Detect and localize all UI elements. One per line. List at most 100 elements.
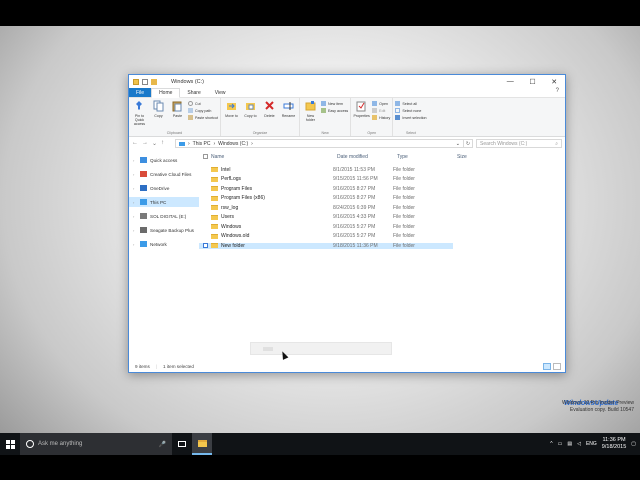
column-type[interactable]: Type — [393, 154, 453, 160]
file-row[interactable]: New folder 9/18/2015 11:36 PM File folder — [199, 241, 565, 251]
tab-view[interactable]: View — [208, 88, 233, 97]
expand-chevron-icon[interactable]: › — [133, 200, 137, 205]
copy-button[interactable]: Copy — [150, 100, 167, 130]
select-none-icon — [395, 108, 401, 113]
properties-button[interactable]: Properties — [353, 100, 370, 130]
search-input[interactable]: Search Windows (C:) ⌕ — [476, 139, 562, 148]
nav-item[interactable]: › Quick access — [129, 155, 199, 165]
battery-icon[interactable]: ▭ — [558, 441, 563, 447]
pin-to-quick-access-button[interactable]: Pin to Quick access — [131, 100, 148, 130]
tab-share[interactable]: Share — [180, 88, 207, 97]
expand-chevron-icon[interactable]: › — [133, 186, 137, 191]
rename-icon — [283, 100, 294, 112]
breadcrumb-windows-c[interactable]: Windows (C:) — [218, 141, 248, 147]
forward-arrow-icon[interactable]: → — [142, 140, 148, 147]
select-all-button[interactable]: Select all — [395, 101, 426, 106]
breadcrumb-this-pc[interactable]: This PC — [193, 141, 211, 147]
address-bar[interactable]: › This PC › Windows (C:) › ⌄ — [175, 139, 464, 148]
clock[interactable]: 11:36 PM 9/18/2015 — [602, 437, 626, 451]
file-row[interactable]: PerfLogs 9/15/2015 11:56 PM File folder — [199, 175, 565, 185]
back-arrow-icon[interactable]: ← — [132, 140, 138, 147]
easy-access-button[interactable]: Easy access — [320, 108, 348, 113]
file-date: 9/16/2015 8:27 PM — [333, 195, 376, 202]
nav-item[interactable]: › OneDrive — [129, 183, 199, 193]
nav-item[interactable]: › This PC — [129, 197, 199, 207]
tab-file[interactable]: File — [129, 88, 152, 97]
action-center-icon[interactable]: ▢ — [631, 441, 636, 447]
up-arrow-icon[interactable]: ↑ — [161, 140, 164, 147]
select-none-button[interactable]: Select none — [395, 108, 426, 113]
column-date-modified[interactable]: Date modified — [333, 154, 393, 160]
language-indicator[interactable]: ENG — [586, 441, 597, 447]
file-date: 9/16/2015 5:27 PM — [333, 233, 376, 240]
column-size[interactable]: Size — [453, 154, 493, 160]
pin-icon — [134, 100, 145, 112]
taskbar-file-explorer[interactable] — [192, 433, 212, 455]
select-all-checkbox[interactable] — [199, 153, 208, 161]
invert-selection-label: Invert selection — [402, 115, 427, 120]
expand-chevron-icon[interactable]: › — [133, 228, 137, 233]
refresh-icon[interactable]: ↻ — [464, 139, 473, 148]
cut-button[interactable]: Cut — [188, 101, 218, 106]
cortana-search-box[interactable]: Ask me anything 🎤 — [20, 433, 172, 455]
tab-home[interactable]: Home — [151, 88, 181, 98]
details-view-button[interactable] — [543, 363, 551, 370]
start-button[interactable] — [0, 433, 20, 455]
column-name[interactable]: Name — [207, 154, 333, 160]
file-row[interactable]: Windows 9/16/2015 5:27 PM File folder — [199, 222, 565, 232]
paste-shortcut-button[interactable]: Paste shortcut — [188, 115, 218, 120]
window-title: Windows (C:) — [171, 78, 205, 85]
delete-button[interactable]: Delete — [261, 100, 278, 130]
volume-icon[interactable]: ◁ — [577, 441, 581, 447]
expand-chevron-icon[interactable]: › — [133, 158, 137, 163]
task-view-button[interactable] — [172, 433, 192, 455]
new-folder-label: New folder — [305, 114, 315, 122]
row-checkbox[interactable] — [203, 243, 208, 249]
file-row[interactable]: Program Files (x86) 9/16/2015 8:27 PM File… — [199, 194, 565, 204]
copy-path-button[interactable]: Copy path — [188, 108, 218, 113]
expand-chevron-icon[interactable]: › — [133, 214, 137, 219]
file-row[interactable]: Users 9/16/2015 4:33 PM File folder — [199, 213, 565, 223]
show-hidden-icons-icon[interactable]: ^ — [550, 441, 552, 447]
edit-button[interactable]: Edit — [372, 108, 390, 113]
minimize-button[interactable]: — — [507, 78, 514, 86]
expand-chevron-icon[interactable]: › — [133, 242, 137, 247]
nav-item[interactable]: › Seagate Backup Plus — [129, 225, 199, 235]
copy-path-label: Copy path — [195, 108, 212, 113]
help-icon[interactable]: ? — [556, 88, 565, 97]
title-bar[interactable]: Windows (C:) — ☐ ✕ — [129, 75, 565, 88]
file-row[interactable]: rsw_log 8/24/2015 6:39 PM File folder — [199, 203, 565, 213]
file-row[interactable]: Intel 8/1/2015 11:53 PM File folder — [199, 165, 565, 175]
close-button[interactable]: ✕ — [551, 78, 557, 86]
microphone-icon[interactable]: 🎤 — [159, 441, 166, 448]
properties-icon[interactable] — [142, 78, 148, 85]
nav-item-label: Seagate Backup Plus — [150, 227, 194, 233]
address-dropdown-icon[interactable]: ⌄ — [456, 141, 460, 147]
new-item-button[interactable]: New item — [320, 101, 348, 106]
file-date: 9/16/2015 5:27 PM — [333, 223, 376, 230]
file-row[interactable]: Program Files 9/16/2015 8:27 PM File folde… — [199, 184, 565, 194]
expand-chevron-icon[interactable]: › — [133, 172, 137, 177]
history-button[interactable]: History — [372, 115, 390, 120]
new-folder-button[interactable]: New folder — [302, 100, 319, 130]
copy-to-button[interactable]: Copy to — [242, 100, 259, 130]
recent-chevron-icon[interactable]: ⌄ — [152, 140, 157, 147]
properties-icon — [356, 100, 367, 112]
copy-label: Copy — [154, 114, 163, 118]
file-explorer-window[interactable]: Windows (C:) — ☐ ✕ File Home Share View … — [128, 74, 566, 373]
nav-item[interactable]: › Creative Cloud Files — [129, 169, 199, 179]
rename-button[interactable]: Rename — [280, 100, 297, 130]
paste-button[interactable]: Paste — [169, 100, 186, 130]
network-icon[interactable]: ▤ — [567, 441, 572, 447]
move-to-button[interactable]: Move to — [223, 100, 240, 130]
new-folder-icon[interactable] — [151, 78, 157, 85]
open-button[interactable]: Open — [372, 101, 390, 106]
nav-item[interactable]: › SOL DIGITAL (E:) — [129, 211, 199, 221]
invert-selection-button[interactable]: Invert selection — [395, 115, 427, 120]
file-name: Program Files — [221, 185, 253, 192]
maximize-button[interactable]: ☐ — [529, 78, 535, 86]
move-to-label: Move to — [225, 114, 238, 118]
large-icons-view-button[interactable] — [553, 363, 561, 370]
nav-item[interactable]: › Network — [129, 239, 199, 249]
file-row[interactable]: Windows.old 9/16/2015 5:27 PM File folder — [199, 232, 565, 242]
